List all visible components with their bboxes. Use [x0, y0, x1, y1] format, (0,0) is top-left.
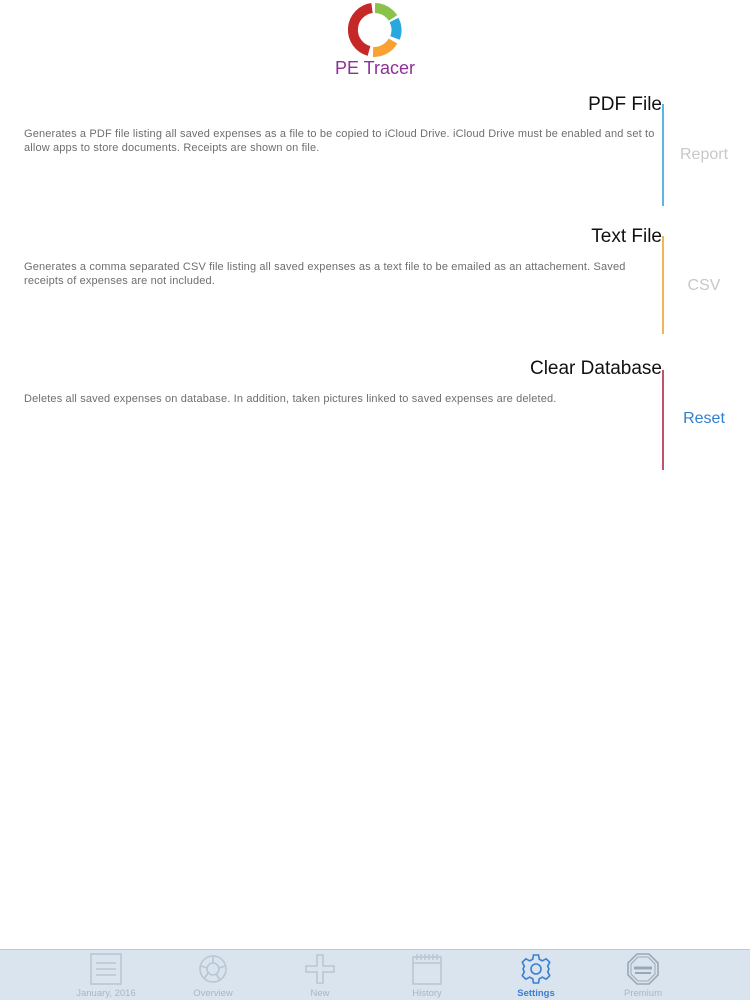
section-accent-bar: [662, 370, 664, 470]
csv-button[interactable]: CSV: [668, 277, 740, 295]
text-file-section: Text File Generates a comma separated CS…: [0, 222, 750, 342]
tab-label: History: [412, 988, 442, 999]
section-description: Deletes all saved expenses on database. …: [24, 393, 557, 405]
tab-bar: January, 2016 Overview New History Setti…: [0, 949, 750, 1000]
gear-icon: [521, 954, 551, 984]
section-title: Clear Database: [529, 358, 662, 379]
pdf-file-section: PDF File Generates a PDF file listing al…: [0, 90, 750, 210]
tab-label: Settings: [517, 988, 555, 999]
tab-label: Premium: [623, 988, 662, 999]
tab-premium[interactable]: Premium: [590, 950, 696, 1000]
tab-history[interactable]: History: [374, 950, 480, 1000]
clear-database-section: Clear Database Deletes all saved expense…: [0, 354, 750, 474]
tab-settings[interactable]: Settings: [483, 950, 589, 1000]
settings-screen: PE Tracer PDF File Generates a PDF file …: [0, 0, 750, 1000]
tab-label: Overview: [193, 988, 233, 999]
donut-logo-icon: [347, 3, 402, 57]
notepad-icon: [412, 954, 442, 985]
plus-icon: [305, 954, 335, 984]
tab-label: New: [310, 988, 330, 999]
reset-button[interactable]: Reset: [668, 410, 740, 428]
overview-donut-icon: [199, 955, 227, 983]
tab-january-2016[interactable]: January, 2016: [53, 950, 159, 1000]
tab-overview[interactable]: Overview: [160, 950, 266, 1000]
tab-new[interactable]: New: [267, 950, 373, 1000]
report-button[interactable]: Report: [668, 146, 740, 164]
section-title: PDF File: [588, 94, 662, 115]
app-title: PE Tracer: [334, 58, 416, 78]
section-description: Generates a comma separated CSV file lis…: [24, 261, 626, 287]
stop-ads-icon: [627, 953, 659, 985]
section-description: Generates a PDF file listing all saved e…: [24, 128, 655, 154]
tab-label: January, 2016: [76, 988, 136, 999]
section-title: Text File: [591, 226, 662, 247]
section-accent-bar: [662, 104, 664, 206]
calendar-list-icon: [90, 953, 122, 985]
